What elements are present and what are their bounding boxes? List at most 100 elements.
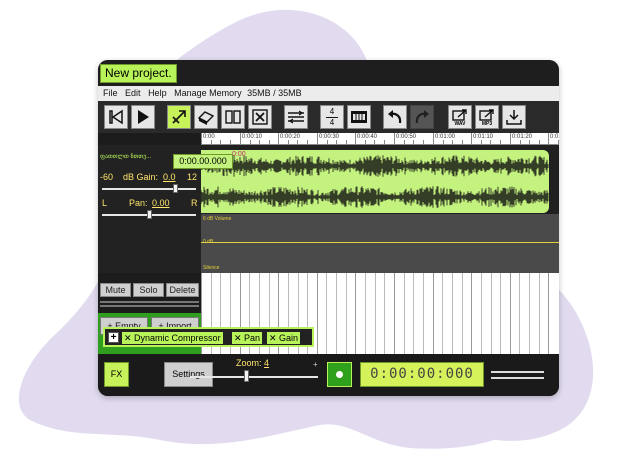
meter-bar-left — [100, 301, 199, 303]
track-name[interactable]: ფათთლთ ნთთე... — [100, 153, 151, 160]
settings-button[interactable]: Settings — [164, 362, 213, 387]
grid-line — [442, 273, 443, 354]
grid-line — [413, 273, 414, 354]
download-button[interactable] — [502, 105, 526, 129]
audio-clip[interactable]: 0:00 — [201, 150, 549, 213]
record-button[interactable] — [327, 362, 352, 387]
skip-to-start-button[interactable] — [104, 105, 128, 129]
ruler-minor-tick — [481, 140, 482, 144]
ruler-tick — [548, 133, 549, 144]
export-mp3-button[interactable]: MP3 — [475, 105, 499, 129]
timesig-top: 4 — [329, 107, 335, 116]
ruler-minor-tick — [529, 140, 530, 144]
track-level-meter — [98, 295, 201, 313]
grid-line — [471, 273, 472, 354]
export-wav-button[interactable]: WAV — [448, 105, 472, 129]
time-signature-button[interactable]: 4 4 — [320, 105, 344, 129]
arrow-cursor-icon — [172, 110, 186, 124]
zoom-label-text: Zoom: — [236, 358, 262, 368]
grid-line — [317, 273, 318, 354]
waveform — [201, 155, 549, 208]
memory-usage: 35MB / 35MB — [247, 88, 302, 98]
envelope-line[interactable] — [201, 242, 559, 243]
menu-edit[interactable]: Edit — [125, 88, 141, 98]
play-button[interactable] — [131, 105, 155, 129]
ruler-minor-tick — [297, 140, 298, 144]
add-effect-button[interactable]: + — [108, 332, 119, 343]
ruler-minor-tick — [520, 140, 521, 144]
undo-button[interactable] — [383, 105, 407, 129]
waveform-channel — [201, 155, 549, 177]
ruler-tick — [471, 133, 472, 144]
ruler-minor-tick — [336, 140, 337, 144]
eraser-icon — [197, 111, 215, 125]
ruler-minor-tick — [288, 140, 289, 144]
ruler-minor-tick — [259, 140, 260, 144]
redo-button[interactable] — [410, 105, 434, 129]
gain-min-label: -60 — [100, 172, 114, 182]
ruler-minor-tick — [269, 140, 270, 144]
grid-line — [326, 273, 327, 354]
waveform-channel — [201, 186, 549, 208]
gain-slider-knob[interactable] — [173, 184, 179, 193]
zoom-slider[interactable] — [190, 376, 318, 378]
title-bar: New project. — [98, 60, 559, 86]
grid-line — [404, 273, 405, 354]
grid-line — [394, 273, 395, 354]
pan-left-label: L — [102, 198, 108, 208]
envelope-max-label: 6 dB Volume — [203, 216, 232, 222]
grid-line — [423, 273, 424, 354]
track-position-time: 0:00.00.000 — [173, 154, 233, 169]
ruler-minor-tick — [404, 140, 405, 144]
track-lane[interactable]: 0:00 — [201, 145, 559, 214]
grid-line — [375, 273, 376, 354]
gain-value[interactable]: 0.0 — [163, 172, 176, 182]
ruler-tick — [201, 133, 202, 144]
pan-slider-knob[interactable] — [146, 210, 152, 219]
grid-line — [452, 273, 453, 354]
metronome-button[interactable] — [347, 105, 371, 129]
close-box-icon — [252, 109, 268, 125]
meter-bar-right — [100, 305, 199, 307]
fx-gain[interactable]: ✕ Gain — [267, 332, 301, 344]
delete-region-button[interactable] — [248, 105, 272, 129]
grid-line — [384, 273, 385, 354]
project-title[interactable]: New project. — [100, 64, 177, 83]
fx-button[interactable]: FX — [104, 362, 129, 387]
film-grid-icon — [351, 111, 367, 123]
ruler-tick — [433, 133, 434, 144]
menu-manage-memory[interactable]: Manage Memory — [174, 88, 242, 98]
fx-pan[interactable]: ✕ Pan — [232, 332, 263, 344]
eraser-tool-button[interactable] — [194, 105, 218, 129]
timeline-ruler[interactable]: 0:00 0:00:10 0:00:20 0:00:30 0:00:40 0:00:50 0… — [201, 133, 559, 145]
zoom-label: Zoom: 4 — [236, 358, 269, 368]
pan-value[interactable]: 0.00 — [152, 198, 170, 208]
skip-back-icon — [109, 109, 123, 125]
output-meter-left — [491, 371, 544, 373]
timesig-bottom: 4 — [329, 118, 335, 127]
fx-dynamic-compressor[interactable]: ✕ Dynamic Compressor — [122, 332, 223, 344]
ruler-minor-tick — [365, 140, 366, 144]
menu-file[interactable]: File — [103, 88, 118, 98]
output-level-meter — [491, 371, 544, 381]
grid-line — [336, 273, 337, 354]
volume-envelope-lane[interactable]: 6 dB Volume 0 dB Silence — [201, 214, 559, 273]
zoom-slider-knob[interactable] — [244, 370, 249, 382]
split-icon — [225, 110, 241, 124]
select-tool-button[interactable] — [167, 105, 191, 129]
mixer-button[interactable] — [284, 105, 308, 129]
grid-line — [433, 273, 434, 354]
zoom-minus-label: - — [190, 360, 193, 369]
grid-line — [519, 273, 520, 354]
export-wav-label: WAV — [454, 121, 466, 127]
menu-help[interactable]: Help — [148, 88, 167, 98]
gain-max-label: 12 — [187, 172, 198, 182]
ruler-minor-tick — [462, 140, 463, 144]
gain-slider[interactable] — [102, 188, 196, 190]
ruler-tick-label: 0:00 — [203, 134, 215, 140]
ruler-minor-tick — [220, 140, 221, 144]
split-tool-button[interactable] — [221, 105, 245, 129]
grid-line — [365, 273, 366, 354]
grid-line — [491, 273, 492, 354]
zoom-value[interactable]: 4 — [264, 358, 269, 368]
